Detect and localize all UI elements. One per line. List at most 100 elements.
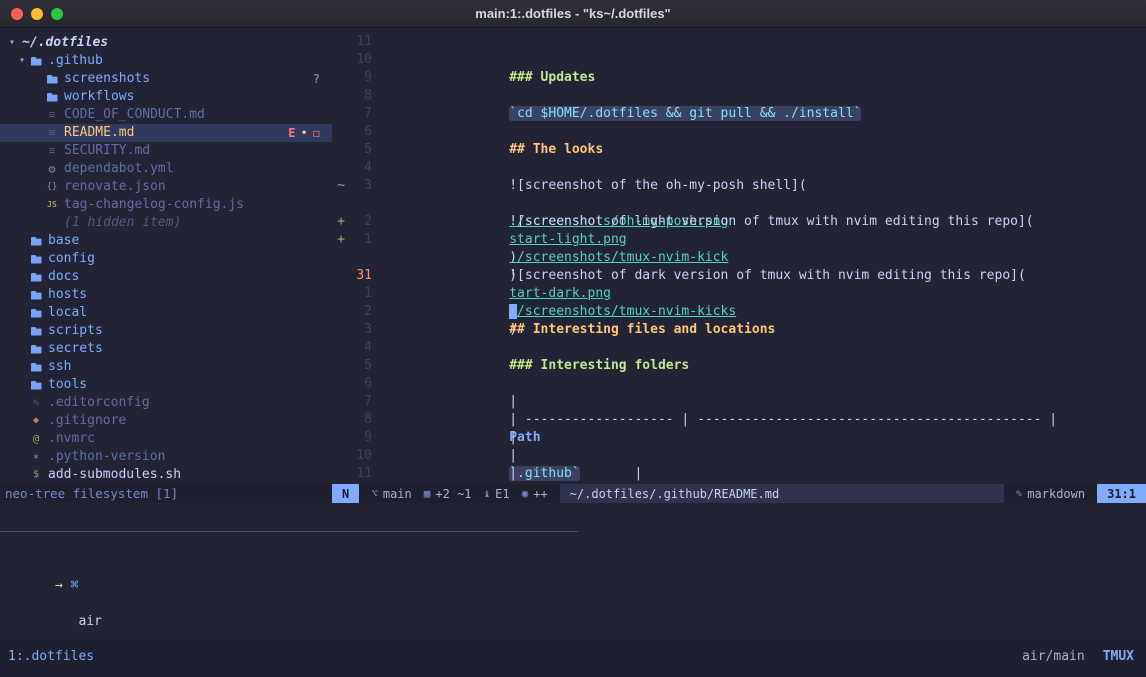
tree-item[interactable]: hosts (0, 286, 332, 304)
gutter-sign (334, 267, 348, 285)
line-number (348, 195, 372, 213)
editor-line[interactable]: 4 (334, 339, 1146, 357)
expander-icon: ▾ (16, 52, 28, 70)
prompt-input-line: → (8, 559, 1146, 577)
tree-item[interactable]: workflows (0, 88, 332, 106)
gutter-sign (334, 429, 348, 447)
line-number: 11 (348, 33, 372, 51)
editor-text: | `hosts/{hostname}/` | Configs that sho… (384, 411, 893, 429)
editor-line[interactable]: + 1 ![screenshot of dark version of tmux… (334, 231, 1146, 249)
folder-icon (28, 327, 44, 336)
tree-item[interactable]: ∗ .python-version (0, 448, 332, 466)
editor-line[interactable]: 8 (334, 87, 1146, 105)
tree-item[interactable]: ⚙ dependabot.yml (0, 160, 332, 178)
editor-text: | `local/bin` | Helper scripts that I've… (384, 429, 955, 447)
editor-line[interactable]: start-light.png ) (334, 195, 1146, 213)
status-badge: • (301, 124, 308, 142)
tree-item[interactable]: base (0, 232, 332, 250)
line-number: 10 (348, 51, 372, 69)
tree-item[interactable]: ◆ .gitignore (0, 412, 332, 430)
close-button[interactable] (11, 8, 23, 20)
line-number: 2 (348, 213, 372, 231)
zoom-button[interactable] (51, 8, 63, 20)
command-line-area (0, 503, 1146, 531)
editor-line[interactable]: 5 ![screenshot of the oh-my-posh shell](… (334, 141, 1146, 159)
extra-status-icon: ◉ (522, 485, 529, 503)
tree-item[interactable]: $ add-submodules.sh (0, 466, 332, 484)
tree-item[interactable]: ▾ ~/.dotfiles (0, 34, 332, 52)
editor-line[interactable]: 6 | ------------------- | --------------… (334, 375, 1146, 393)
apple-icon: ⌘ (71, 578, 79, 593)
tree-item-label: workflows (60, 88, 134, 106)
tmux-badge: TMUX (1103, 648, 1134, 666)
line-number: 3 (348, 177, 372, 195)
editor-line[interactable]: 2 (334, 303, 1146, 321)
editor-text (384, 339, 494, 357)
gutter-sign (334, 105, 348, 123)
js-file-icon: JS (44, 196, 60, 214)
editor-line[interactable]: 1 ## Interesting files and locations (334, 285, 1146, 303)
editor-line[interactable]: 5 | Path | Description (334, 357, 1146, 375)
editor-line[interactable]: 7 | `.github` | GitHub Repository config… (334, 393, 1146, 411)
json-file-icon: {} (44, 178, 60, 196)
tree-item[interactable]: @ .nvmrc (0, 430, 332, 448)
line-number: 9 (348, 69, 372, 87)
editor-line[interactable]: 9 `cd $HOME/.dotfiles && git pull && ./i… (334, 69, 1146, 87)
minimize-button[interactable] (31, 8, 43, 20)
git-branch-icon: ⌥ (371, 485, 378, 503)
tree-item[interactable]: screenshots ? (0, 70, 332, 88)
editor-line[interactable]: 10 (334, 51, 1146, 69)
text-segment: ![screenshot of light version of tmux wi… (509, 214, 1033, 229)
editor-line[interactable]: tart-dark.png ) (334, 249, 1146, 267)
tree-item[interactable]: {} renovate.json (0, 178, 332, 196)
tree-item-label: .nvmrc (44, 430, 95, 448)
tree-item[interactable]: ≡ CODE_OF_CONDUCT.md (0, 106, 332, 124)
editor-text (384, 123, 494, 141)
editor-line[interactable]: 9 | `local/bin` | Helper scripts that I'… (334, 429, 1146, 447)
shell-file-icon: $ (28, 466, 44, 484)
line-number: 5 (348, 141, 372, 159)
tree-item[interactable]: scripts (0, 322, 332, 340)
tree-item[interactable]: ✎ .editorconfig (0, 394, 332, 412)
tree-item[interactable]: config (0, 250, 332, 268)
tree-item-status: ? (313, 70, 332, 88)
tmux-session-info: air/main (1022, 648, 1085, 666)
tree-item-label: base (44, 232, 79, 250)
gutter-sign (334, 465, 348, 483)
editor-text: ## The looks (384, 105, 603, 123)
tree-item[interactable]: ≡ README.md E • ◻ (0, 124, 332, 142)
tree-item[interactable]: (1 hidden item) (0, 214, 332, 232)
folder-icon (44, 93, 60, 102)
tree-item[interactable]: ≡ SECURITY.md (0, 142, 332, 160)
expander-icon: ▾ (6, 34, 18, 52)
editor-line[interactable]: ~ 3 ![screenshot of light version of tmu… (334, 177, 1146, 195)
tree-item[interactable]: ▾ .github (0, 52, 332, 70)
line-number: 11 (348, 465, 372, 483)
editor-text (384, 267, 517, 285)
editor-line[interactable]: 10 | `scripts` | Setup scripts. | (334, 447, 1146, 465)
editor-text: ![screenshot of light version of tmux wi… (384, 177, 1034, 195)
tree-item-label: secrets (44, 340, 103, 358)
tree-item[interactable]: secrets (0, 340, 332, 358)
tree-item[interactable]: ssh (0, 358, 332, 376)
editor: 11 ### Updates 10 (332, 28, 1146, 484)
diagnostics-count: E1 (495, 485, 509, 503)
editor-line[interactable]: 6 (334, 123, 1146, 141)
tree-item[interactable]: tools (0, 376, 332, 394)
gutter-sign (334, 375, 348, 393)
tree-item-label: config (44, 250, 95, 268)
editor-text: ### Updates (384, 33, 595, 51)
terminal-pane[interactable]: ⌘ air ~/.dotfiles ↻ (⌥ ?1 ~2) 20.15.0 → (0, 532, 1146, 640)
editor-line[interactable]: 11 ### Updates (334, 33, 1146, 51)
tree-item[interactable]: local (0, 304, 332, 322)
tree-item[interactable]: JS tag-changelog-config.js (0, 196, 332, 214)
cursor-position: 31:1 (1097, 484, 1146, 503)
mode-indicator: N (332, 484, 359, 503)
editor-line[interactable]: 4 (334, 159, 1146, 177)
tmux-window-item[interactable]: 1:.dotfiles (8, 648, 94, 666)
tree-item[interactable]: docs (0, 268, 332, 286)
editor-text (384, 213, 494, 231)
tree-item-label: ssh (44, 358, 71, 376)
editor-line[interactable]: 11 (334, 465, 1146, 483)
text-segment: ![screenshot of dark version of tmux wit… (509, 268, 1026, 283)
